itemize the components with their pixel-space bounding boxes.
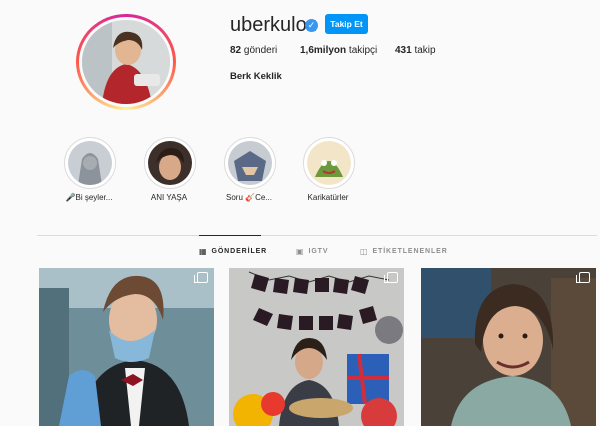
- follow-button[interactable]: Takip Et: [325, 14, 368, 34]
- verified-badge-icon: ✓: [305, 19, 318, 32]
- following-count: 431: [395, 45, 412, 56]
- highlight-2-label: ANI YAŞA: [150, 193, 188, 202]
- multiple-photos-icon: [194, 272, 208, 283]
- username: uberkuloz: [230, 14, 317, 36]
- post-3[interactable]: [421, 268, 596, 426]
- tab-igtv-label: IGTV: [308, 248, 329, 255]
- avatar-photo: [82, 20, 170, 104]
- tabs-divider: [37, 235, 597, 236]
- followers-count: 1,6milyon: [300, 45, 347, 56]
- highlight-4[interactable]: [303, 137, 355, 189]
- multiple-photos-icon: [576, 272, 590, 283]
- highlight-3-label: Soru 🎸Ce...: [226, 193, 272, 202]
- highlight-4-label: Karikatürler: [307, 193, 349, 202]
- highlight-2-cover: [148, 141, 192, 185]
- highlight-3-cover: [228, 141, 272, 185]
- posts-stat: 82 gönderi: [230, 45, 277, 56]
- post-1[interactable]: [39, 268, 214, 426]
- posts-label: gönderi: [243, 45, 278, 56]
- multiple-photos-icon: [384, 272, 398, 283]
- highlight-2[interactable]: [144, 137, 196, 189]
- post-2[interactable]: [229, 268, 404, 426]
- following-label: takip: [414, 45, 436, 56]
- highlight-4-cover: [307, 141, 351, 185]
- tab-tagged-label: ETİKETLENENLER: [372, 248, 448, 255]
- tab-tagged[interactable]: ◫ ETİKETLENENLER: [360, 247, 448, 256]
- full-name: Berk Keklik: [230, 71, 282, 82]
- igtv-icon: ▣: [296, 247, 305, 256]
- tagged-icon: ◫: [360, 247, 369, 256]
- followers-label: takipçi: [348, 45, 378, 56]
- posts-count: 82: [230, 45, 242, 56]
- grid-icon: ▦: [199, 247, 208, 256]
- profile-avatar[interactable]: [76, 14, 176, 110]
- followers-stat[interactable]: 1,6milyon takipçi: [300, 45, 377, 56]
- following-stat[interactable]: 431 takip: [395, 45, 436, 56]
- active-tab-indicator: [199, 235, 261, 236]
- highlight-3[interactable]: [224, 137, 276, 189]
- highlight-1-cover: [68, 141, 112, 185]
- tab-posts[interactable]: ▦ GÖNDERİLER: [199, 247, 267, 256]
- highlight-1[interactable]: [64, 137, 116, 189]
- tab-posts-label: GÖNDERİLER: [211, 248, 268, 255]
- highlight-1-label: 🎤Bi şeyler...: [65, 193, 113, 202]
- tab-igtv[interactable]: ▣ IGTV: [296, 247, 328, 256]
